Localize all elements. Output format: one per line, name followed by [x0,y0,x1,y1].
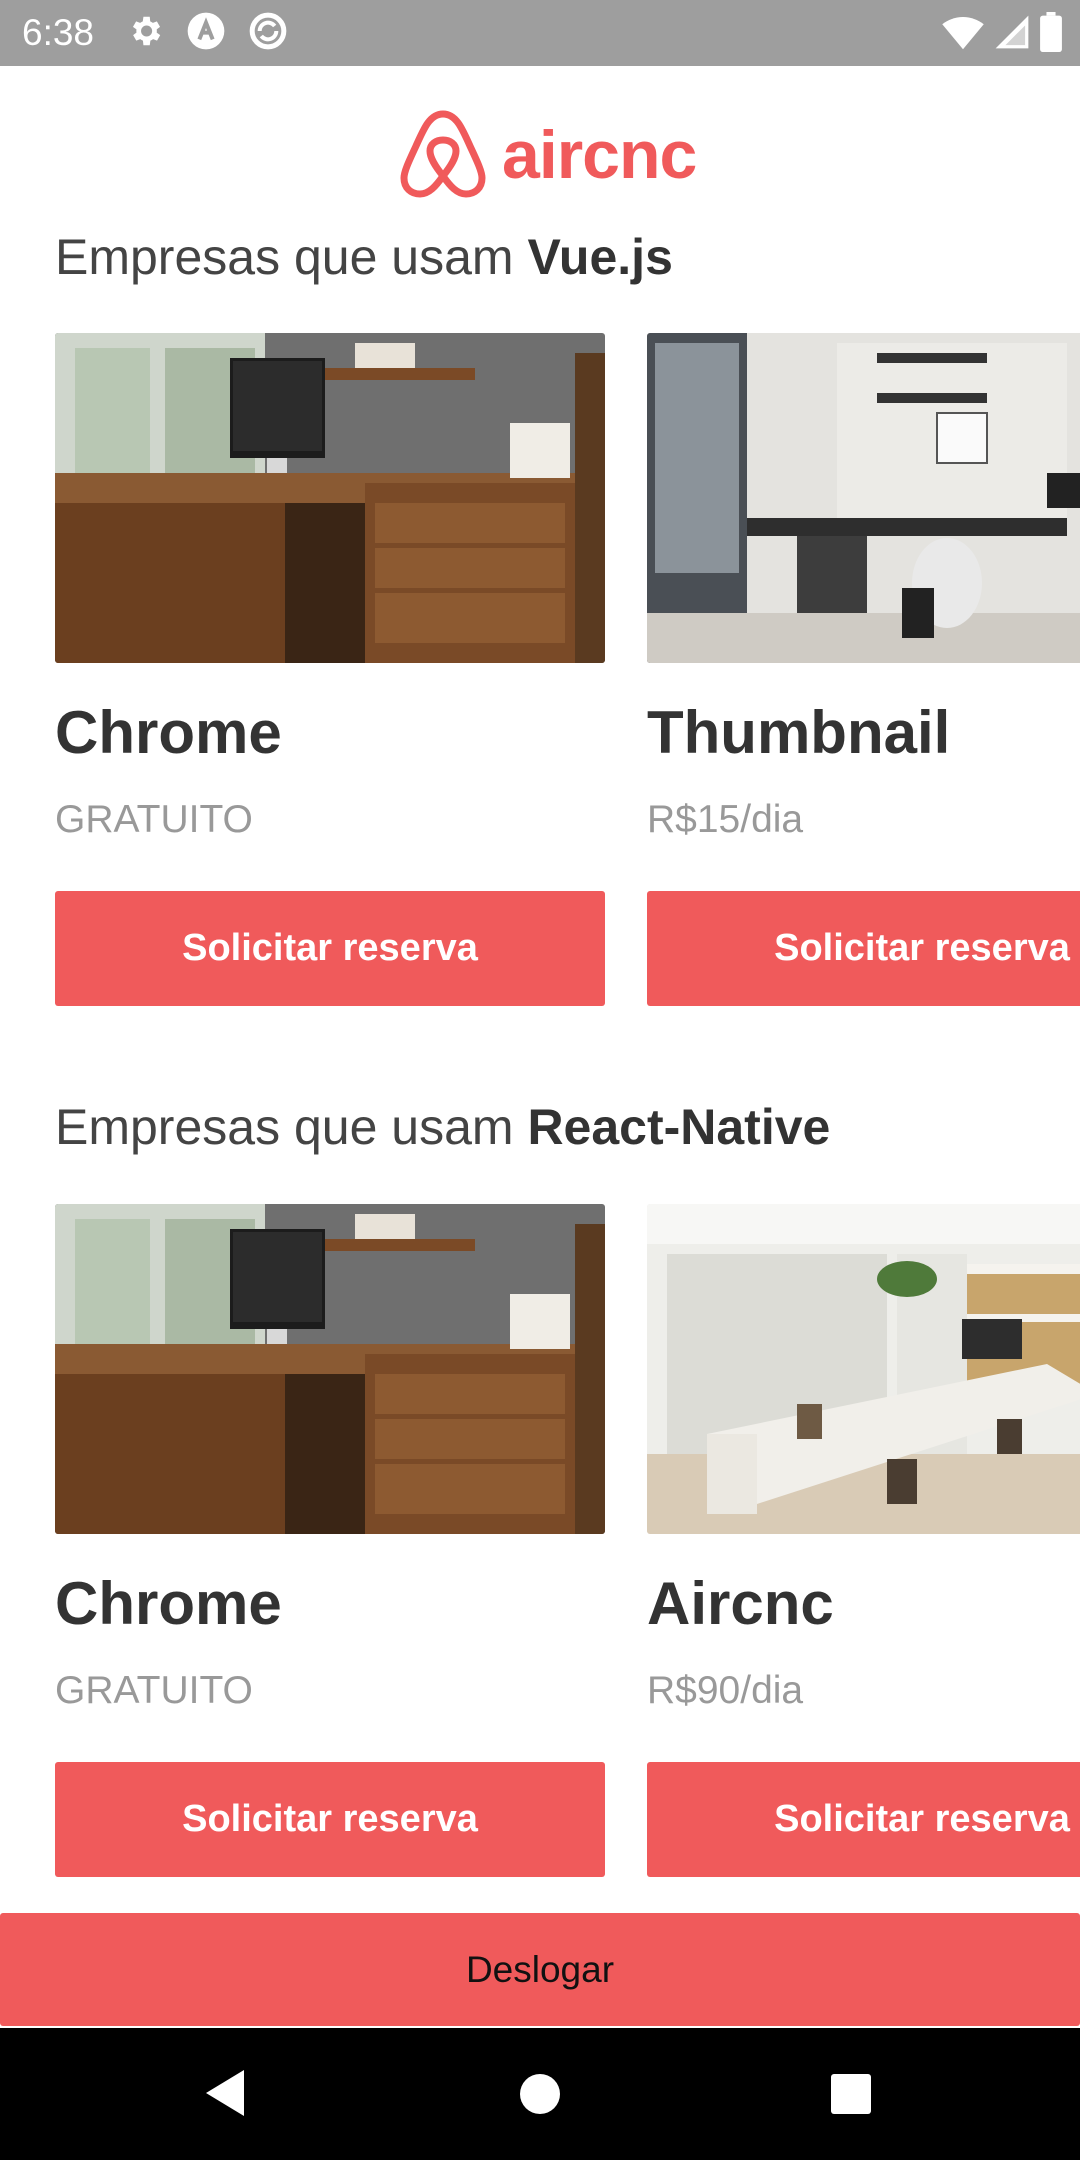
spot-photo [55,333,605,663]
home-icon[interactable] [518,2072,562,2121]
signal-icon [994,14,1030,55]
section-title-react-native: Empresas que usam React-Native [55,1102,830,1152]
spot-price: GRATUITO [55,1669,253,1712]
spot-price: R$90/dia [647,1669,804,1712]
spot-price: R$15/dia [647,798,804,841]
spot-name: Chrome [55,1570,282,1637]
status-bar: 6:38 [0,0,1080,66]
spot-name: Chrome [55,699,282,766]
logout-button[interactable]: Deslogar [0,1913,1080,2026]
section-title-vuejs: Empresas que usam Vue.js [55,232,673,282]
book-button[interactable]: Solicitar reserva [647,1762,1080,1877]
a-icon [186,11,226,51]
sync-icon [248,11,288,51]
wifi-icon [942,13,984,56]
spot-photo [647,333,1080,663]
spot-photo [647,1204,1080,1534]
book-button[interactable]: Solicitar reserva [55,1762,605,1877]
spot-card: Aircnc R$90/dia Solicitar reserva [647,1204,1080,1877]
spot-name: Aircnc [647,1570,834,1637]
aircnc-logo: aircnc [400,108,697,203]
status-time: 6:38 [22,12,95,53]
section-title-prefix: Empresas que usam [55,229,528,285]
section-title-tech: Vue.js [527,229,673,285]
recents-icon[interactable] [829,2073,873,2120]
vuejs-spot-list[interactable]: Chrome GRATUITO Solicitar reserva Thumbn… [55,333,1080,1033]
spot-name: Thumbnail [647,699,951,766]
book-button[interactable]: Solicitar reserva [647,891,1080,1006]
spot-card: Chrome GRATUITO Solicitar reserva [55,333,605,1006]
battery-icon [1040,12,1062,57]
spot-card: Thumbnail R$15/dia Solicitar reserva [647,333,1080,1006]
airbnb-belo-icon [400,108,486,203]
book-button[interactable]: Solicitar reserva [55,891,605,1006]
navigation-bar [0,2028,1080,2160]
react-native-spot-list[interactable]: Chrome GRATUITO Solicitar reserva Aircnc… [55,1204,1080,1904]
section-title-tech: React-Native [527,1099,831,1155]
section-title-prefix: Empresas que usam [55,1099,528,1155]
settings-icon [126,12,164,50]
brand-name: aircnc [502,117,697,193]
spot-photo [55,1204,605,1534]
spot-price: GRATUITO [55,798,253,841]
back-icon[interactable] [200,2066,250,2125]
spot-card: Chrome GRATUITO Solicitar reserva [55,1204,605,1877]
